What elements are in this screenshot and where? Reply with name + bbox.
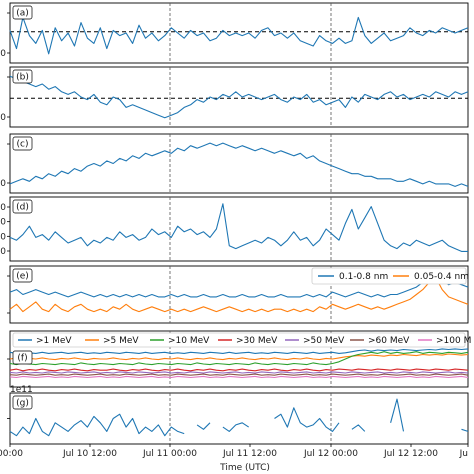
- panel-3: 0 0 0 0 (d): [0, 196, 469, 262]
- legend-label: >30 MeV: [236, 336, 278, 346]
- y-tick-label: 0: [0, 232, 6, 242]
- series-line: [9, 142, 469, 187]
- offset-label: 1e11: [10, 385, 33, 395]
- panel-tag: (c): [17, 140, 29, 150]
- series-line: [9, 203, 468, 252]
- panel-tag: (d): [16, 203, 29, 213]
- y-tick-label: 0: [0, 179, 6, 189]
- y-tick-label: 0: [0, 247, 6, 257]
- x-tick-label: Jul 12 12:00: [383, 449, 438, 459]
- figure: 00(a)00(b)0(c)0000(d)(e)0.1-0.8 nm0.05-0…: [0, 2, 471, 473]
- series-line: [9, 75, 469, 119]
- panel-2: 0 (c): [0, 133, 469, 194]
- panel-tag: (g): [16, 399, 29, 409]
- legend: 0.1-0.8 nm 0.05-0.4 nm: [311, 267, 469, 285]
- legend-label: >10 MeV: [168, 336, 210, 346]
- x-tick-label: Jul 12 00:00: [303, 449, 358, 459]
- legend: >1 MeV >5 MeV >10 MeV >30 MeV >50 MeV >60 MeV…: [12, 332, 471, 348]
- series-line: [9, 398, 469, 437]
- panels: 00(a)00(b)0(c)0000(d)(e)0.1-0.8 nm0.05-0…: [0, 2, 471, 445]
- panel-tag: (e): [16, 272, 29, 282]
- series-line: [9, 375, 469, 379]
- legend-label: >5 MeV: [103, 336, 139, 346]
- legend-label: >60 MeV: [368, 336, 410, 346]
- legend-label: >100 M: [436, 336, 471, 346]
- x-tick-label: Ju: [459, 449, 468, 459]
- x-axis-label: Time (UTC): [219, 463, 270, 473]
- x-tick-label: 00:00: [0, 449, 23, 459]
- legend-label: 0.1-0.8 nm: [339, 272, 388, 282]
- x-axis: 00:00 Jul 10 12:00 Jul 11 00:00 Jul 11 12:0…: [0, 444, 469, 459]
- panel-frame: [9, 392, 469, 445]
- series-line: [9, 368, 469, 372]
- series-line: [9, 371, 469, 374]
- panel-frame: [9, 133, 469, 194]
- panel-tag: (f): [17, 354, 27, 364]
- panel-6: (g) 1e11: [7, 385, 469, 445]
- series-line: [9, 16, 469, 55]
- panel-frame: [9, 196, 469, 262]
- panel-1: 00 (b): [0, 66, 469, 128]
- y-tick-label: 00: [0, 113, 6, 123]
- panel-frame: [9, 66, 469, 128]
- panel-frame: [9, 2, 469, 64]
- panel-tag: (b): [16, 73, 29, 83]
- y-tick-label: 00: [0, 49, 6, 59]
- y-tick-label: 0: [0, 218, 6, 228]
- x-tick-label: Jul 10 12:00: [62, 449, 117, 459]
- series-line: [9, 353, 469, 361]
- series-line: [9, 373, 469, 376]
- panel-5: (f) >1 MeV >5 MeV >10 MeV >30 MeV >50 MeV >60 …: [7, 330, 471, 388]
- y-tick-label: 0: [0, 203, 6, 213]
- x-tick-label: Jul 11 00:00: [142, 449, 197, 459]
- panel-0: 00 (a): [0, 2, 469, 64]
- panel-4: (e) 0.1-0.8 nm 0.05-0.4 nm: [7, 265, 469, 324]
- panel-tag: (a): [16, 9, 29, 19]
- legend-label: >1 MeV: [36, 336, 72, 346]
- x-tick-label: Jul 11 12:00: [222, 449, 277, 459]
- legend-label: >50 MeV: [303, 336, 345, 346]
- legend-label: 0.05-0.4 nm: [414, 272, 469, 282]
